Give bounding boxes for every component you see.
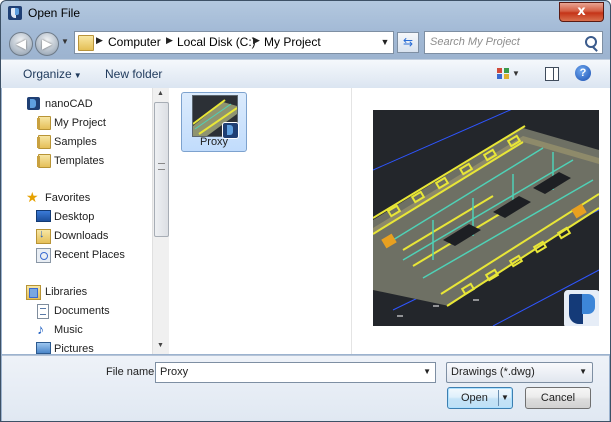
open-button-label: Open bbox=[461, 392, 488, 404]
sidebar-item-label: Music bbox=[54, 324, 83, 336]
recent-locations-dropdown[interactable]: ▼ bbox=[61, 37, 69, 46]
command-bar: Organize ▼ New folder ▼ ? bbox=[1, 59, 610, 89]
sidebar-item-label: Templates bbox=[54, 155, 105, 167]
file-name-value: Proxy bbox=[160, 366, 189, 378]
sidebar-item-label: Documents bbox=[54, 305, 110, 317]
organize-label: Organize bbox=[23, 67, 72, 81]
sidebar-item-samples[interactable]: Samples bbox=[2, 133, 152, 151]
sidebar-item-favorites[interactable]: ★ Favorites bbox=[2, 189, 152, 207]
chevron-down-icon[interactable]: ▼ bbox=[423, 367, 431, 376]
recent-places-icon bbox=[36, 248, 51, 263]
sidebar-item-label: My Project bbox=[54, 117, 106, 129]
search-placeholder: Search My Project bbox=[430, 36, 520, 48]
sidebar-item-recent-places[interactable]: Recent Places bbox=[2, 246, 152, 264]
star-icon: ★ bbox=[26, 189, 39, 205]
help-icon[interactable]: ? bbox=[575, 65, 591, 81]
file-type-value: Drawings (*.dwg) bbox=[451, 366, 535, 378]
sidebar-item-desktop[interactable]: Desktop bbox=[2, 208, 152, 226]
scroll-up-icon[interactable]: ▲ bbox=[157, 90, 164, 97]
new-folder-button[interactable]: New folder bbox=[105, 67, 162, 81]
folder-icon bbox=[37, 135, 51, 149]
chevron-down-icon: ▼ bbox=[579, 367, 587, 376]
file-list: Proxy bbox=[169, 88, 349, 354]
sidebar-item-music[interactable]: ♪ Music bbox=[2, 321, 152, 339]
navigation-scrollbar[interactable]: ▲ ▼ bbox=[152, 88, 169, 354]
sidebar-item-libraries[interactable]: Libraries bbox=[2, 283, 152, 301]
sidebar-item-label: Samples bbox=[54, 136, 97, 148]
refresh-button[interactable]: ⇆ bbox=[397, 32, 419, 53]
cancel-button-label: Cancel bbox=[540, 392, 576, 404]
breadcrumb-separator[interactable]: ▶ bbox=[253, 35, 260, 46]
split-divider bbox=[498, 390, 499, 406]
open-file-dialog: Open File x ◀ ▶ ▼ ▶ Computer ▶ Local Dis… bbox=[0, 0, 611, 422]
sidebar-item-templates[interactable]: Templates bbox=[2, 152, 152, 170]
breadcrumb-local-disk[interactable]: Local Disk (C:) bbox=[177, 35, 256, 49]
search-icon[interactable] bbox=[585, 36, 597, 48]
organize-button[interactable]: Organize ▼ bbox=[23, 67, 82, 81]
sidebar-item-documents[interactable]: Documents bbox=[2, 302, 152, 320]
file-type-select[interactable]: Drawings (*.dwg) ▼ bbox=[446, 362, 593, 383]
desktop-icon bbox=[36, 210, 51, 222]
breadcrumb-computer[interactable]: Computer bbox=[108, 35, 161, 49]
sidebar-item-label: Desktop bbox=[54, 211, 95, 223]
address-bar[interactable]: ▶ Computer ▶ Local Disk (C:) ▶ My Projec… bbox=[74, 31, 394, 54]
folder-icon bbox=[78, 35, 94, 51]
breadcrumb-separator[interactable]: ▶ bbox=[96, 35, 103, 46]
sidebar-item-label: Recent Places bbox=[54, 249, 125, 261]
nanocad-icon bbox=[27, 97, 40, 110]
view-options-dropdown[interactable]: ▼ bbox=[512, 69, 520, 78]
file-name-label: File name: bbox=[106, 366, 158, 378]
folder-icon bbox=[37, 154, 51, 168]
sidebar-item-label: nanoCAD bbox=[45, 98, 93, 110]
title-bar: Open File x bbox=[1, 1, 610, 25]
forward-button[interactable]: ▶ bbox=[35, 32, 59, 56]
sidebar-item-pictures[interactable]: Pictures bbox=[2, 340, 152, 354]
pictures-icon bbox=[36, 342, 51, 354]
sidebar-item-nanocad[interactable]: nanoCAD bbox=[2, 95, 152, 113]
sidebar-item-my-project[interactable]: My Project bbox=[2, 114, 152, 132]
address-dropdown[interactable]: ▼ bbox=[377, 32, 393, 53]
preview-pane bbox=[351, 88, 610, 354]
chevron-down-icon: ▼ bbox=[73, 71, 82, 80]
grip-icon bbox=[158, 163, 165, 170]
open-options-dropdown[interactable]: ▼ bbox=[501, 393, 509, 402]
scroll-down-icon[interactable]: ▼ bbox=[157, 342, 164, 349]
preview-pane-toggle-icon[interactable] bbox=[545, 67, 559, 81]
back-button[interactable]: ◀ bbox=[9, 32, 33, 56]
breadcrumb-separator[interactable]: ▶ bbox=[166, 35, 173, 46]
file-item-proxy[interactable]: Proxy bbox=[181, 92, 247, 152]
breadcrumb-my-project[interactable]: My Project bbox=[264, 35, 321, 49]
change-view-icon[interactable] bbox=[497, 68, 509, 79]
file-selection-area: File name: Proxy ▼ Drawings (*.dwg) ▼ Op… bbox=[2, 355, 609, 421]
window-title: Open File bbox=[28, 6, 81, 20]
music-icon: ♪ bbox=[37, 321, 44, 337]
file-name-field[interactable]: Proxy ▼ bbox=[155, 362, 436, 383]
sidebar-item-downloads[interactable]: Downloads bbox=[2, 227, 152, 245]
scrollbar-thumb[interactable] bbox=[154, 102, 169, 237]
search-input[interactable]: Search My Project bbox=[424, 31, 603, 54]
nanocad-app-icon bbox=[8, 6, 22, 20]
cancel-button[interactable]: Cancel bbox=[525, 387, 591, 409]
folder-icon bbox=[37, 116, 51, 130]
sidebar-item-label: Downloads bbox=[54, 230, 109, 242]
sidebar-item-label: Favorites bbox=[45, 192, 91, 204]
open-button[interactable]: Open ▼ bbox=[447, 387, 513, 409]
drawing-preview bbox=[373, 110, 599, 326]
content-area: nanoCAD My Project Samples Templates ★ F… bbox=[2, 88, 610, 354]
downloads-icon bbox=[36, 228, 51, 244]
sidebar-item-label: Pictures bbox=[54, 343, 94, 354]
sidebar-item-label: Libraries bbox=[45, 286, 88, 298]
documents-icon bbox=[37, 304, 49, 319]
nanocad-logo-icon bbox=[564, 290, 599, 326]
close-button[interactable]: x bbox=[559, 2, 604, 22]
file-name: Proxy bbox=[199, 136, 229, 148]
libraries-icon bbox=[26, 285, 41, 300]
navigation-pane: nanoCAD My Project Samples Templates ★ F… bbox=[2, 88, 152, 354]
